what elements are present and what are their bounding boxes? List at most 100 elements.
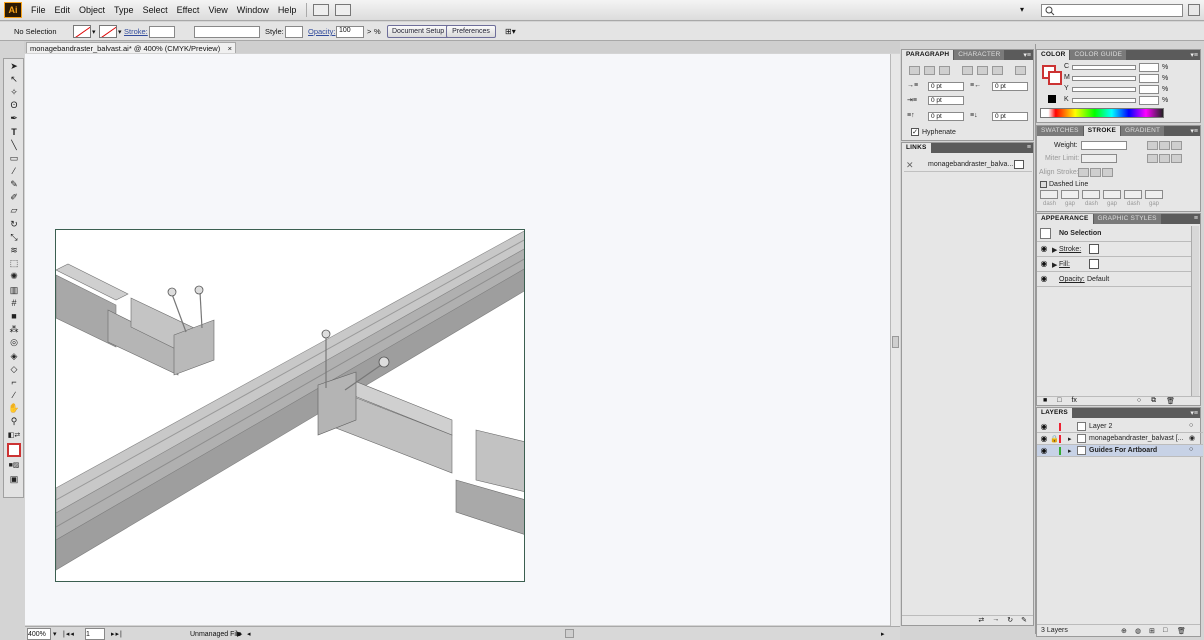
expand-arrow-icon[interactable]: ▶ [1052,246,1057,254]
opacity-arrow-icon[interactable]: > [367,25,371,38]
tab-links[interactable]: LINKS [902,143,931,153]
add-effect-icon[interactable]: fx [1071,397,1076,406]
appearance-fill-row[interactable]: ◉ ▶ Fill: [1037,257,1192,272]
left-indent-field[interactable]: 0 pt [928,82,964,91]
selection-tool-icon[interactable]: ➤ [7,61,21,71]
rectangle-tool-icon[interactable]: ▭ [7,153,21,163]
zoom-field[interactable]: 400% [27,628,51,640]
direct-selection-tool-icon[interactable]: ↖ [7,74,21,84]
vertical-scroll-thumb[interactable] [892,336,899,348]
menu-view[interactable]: View [208,5,227,15]
tab-swatches[interactable]: SWATCHES [1037,126,1083,136]
control-options-icon[interactable]: ⊞▾ [505,25,516,38]
panel-menu-icon[interactable]: ▾≡ [1023,51,1031,59]
dashed-line-checkbox[interactable] [1040,181,1047,188]
join-round-icon[interactable] [1159,154,1170,163]
add-stroke-icon[interactable]: ■ [1043,397,1047,406]
justify-left-icon[interactable] [962,66,973,75]
expand-arrow-icon[interactable]: ▶ [1052,261,1057,269]
eye-icon[interactable]: ◉ [1039,446,1049,456]
target-icon[interactable]: ○ [1189,422,1193,429]
tab-graphic-styles[interactable]: GRAPHIC STYLES [1093,214,1161,224]
right-indent-field[interactable]: 0 pt [992,82,1028,91]
eye-icon[interactable]: ◉ [1039,244,1049,254]
cap-butt-icon[interactable] [1147,141,1158,150]
appearance-scrollbar[interactable] [1191,226,1199,396]
default-colors-icon[interactable]: ◧⇄ [7,431,21,441]
weight-field[interactable] [1081,141,1127,150]
channel-y-field[interactable] [1139,85,1159,94]
paintbrush-icon[interactable]: ⁄ [7,166,21,176]
delete-layer-icon[interactable]: 🗑 [1177,627,1186,635]
line-tool-icon[interactable]: ╲ [7,140,21,150]
channel-c-field[interactable] [1139,63,1159,72]
appearance-opacity-row[interactable]: ◉ Opacity: Default [1037,272,1192,287]
align-right-icon[interactable] [939,66,950,75]
edit-original-icon[interactable]: ✎ [1021,616,1027,626]
horizontal-scroll-thumb[interactable] [565,629,574,638]
menu-effect[interactable]: Effect [177,5,200,15]
brush-dropdown[interactable] [194,25,260,38]
first-prev-artboard-icon[interactable]: |◂◂ [63,629,75,639]
relink-icon[interactable]: ⇄ [978,616,984,626]
symbol-sprayer-icon[interactable]: ✺ [7,271,21,281]
appearance-stroke-label[interactable]: Stroke: [1059,246,1081,253]
join-miter-icon[interactable] [1147,154,1158,163]
layers-menu-icon[interactable]: ▾≡ [1190,409,1198,417]
add-fill-icon[interactable]: □ [1057,397,1061,406]
appearance-menu-icon[interactable]: ≡ [1194,215,1198,222]
layer-expand-icon[interactable]: ▸ [1068,435,1072,443]
tab-gradient[interactable]: GRADIENT [1121,126,1165,136]
duplicate-item-icon[interactable]: ⧉ [1151,397,1156,406]
zoom-tool-icon[interactable]: ⚲ [7,416,21,426]
document-setup-button[interactable]: Document Setup [387,25,450,38]
gap-field-3[interactable] [1145,190,1163,199]
space-before-field[interactable]: 0 pt [928,112,964,121]
crop-tool-icon[interactable]: ⌐ [7,377,21,387]
menu-edit[interactable]: Edit [55,5,71,15]
window-close-button[interactable] [1188,4,1200,16]
status-arrow-icon[interactable]: ▶ [237,629,242,639]
layer-row[interactable]: ◉ Layer 2 ○ [1037,421,1203,433]
fill-stroke-icon[interactable] [7,443,21,457]
opacity-label[interactable]: Opacity: [308,25,336,38]
tab-stroke[interactable]: STROKE [1083,126,1121,136]
menu-object[interactable]: Object [79,5,105,15]
layer-row-selected[interactable]: ◉ ▸ Guides For Artboard ○ [1037,445,1203,457]
style-dropdown[interactable] [285,25,303,38]
appearance-fill-label[interactable]: Fill: [1059,261,1070,268]
color-spectrum[interactable] [1040,108,1164,118]
delete-item-icon[interactable]: 🗑 [1166,397,1175,406]
close-tab-icon[interactable]: × [228,44,232,53]
align-center-stroke-icon[interactable] [1078,168,1089,177]
free-transform-icon[interactable]: ⬚ [7,258,21,268]
dash-field-3[interactable] [1124,190,1142,199]
artboard[interactable] [55,229,525,582]
make-clipping-mask-icon[interactable]: ◍ [1135,627,1141,635]
channel-k-slider[interactable] [1072,98,1136,103]
artboard-number-field[interactable]: 1 [85,628,105,640]
opacity-input[interactable]: 100 [336,25,364,38]
goto-link-icon[interactable]: → [992,616,999,626]
align-outside-stroke-icon[interactable] [1102,168,1113,177]
channel-y-slider[interactable] [1072,87,1136,92]
appearance-stroke-row[interactable]: ◉ ▶ Stroke: [1037,242,1192,257]
magic-wand-icon[interactable]: ✧ [7,87,21,97]
appearance-opacity-label[interactable]: Opacity: [1059,276,1085,283]
stroke-weight-dropdown[interactable] [149,25,175,38]
stroke-chevron-icon[interactable]: ▾ [118,25,122,38]
black-swatch[interactable] [1048,95,1056,103]
cap-round-icon[interactable] [1159,141,1170,150]
clear-appearance-icon[interactable]: ○ [1137,397,1141,406]
type-tool-icon[interactable]: T [7,127,21,137]
menu-help[interactable]: Help [278,5,297,15]
dash-field-2[interactable] [1082,190,1100,199]
column-graph-icon[interactable]: ▥ [7,285,21,295]
layer-row[interactable]: ◉ 🔒 ▸ monagebandraster_balvast [... ◉ [1037,433,1203,445]
align-center-icon[interactable] [924,66,935,75]
space-after-field[interactable]: 0 pt [992,112,1028,121]
scroll-right-icon[interactable]: ▸ [881,629,885,639]
tab-color[interactable]: COLOR [1037,50,1070,60]
scale-tool-icon[interactable]: ⤡ [7,232,21,242]
bridge-icon[interactable] [313,4,330,16]
